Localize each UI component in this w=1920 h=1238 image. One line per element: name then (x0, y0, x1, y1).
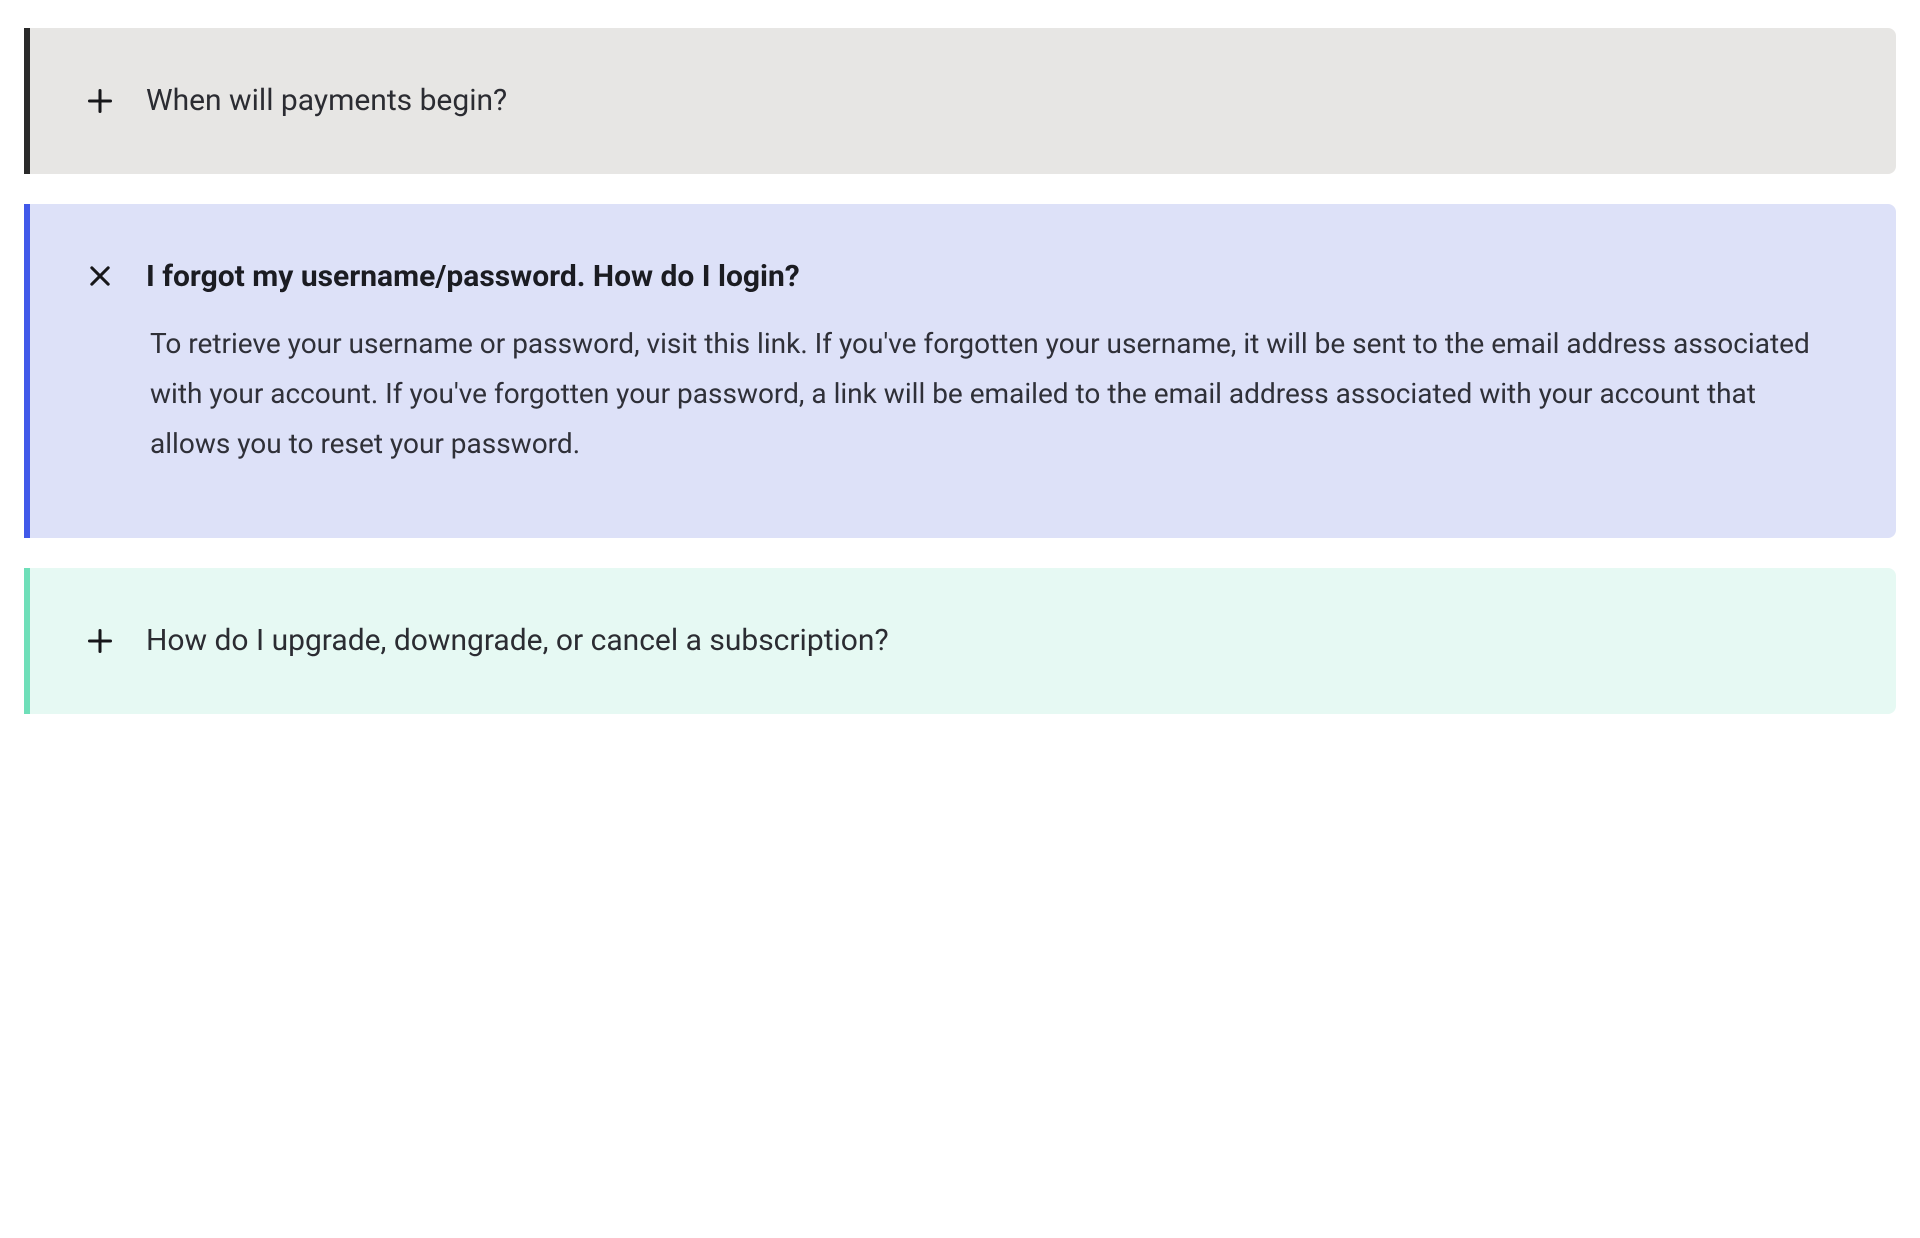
plus-icon (86, 627, 114, 655)
accordion-header: When will payments begin? (30, 28, 1896, 174)
accordion-item-subscription[interactable]: How do I upgrade, downgrade, or cancel a… (24, 568, 1896, 714)
accordion-item-forgot-login[interactable]: I forgot my username/password. How do I … (24, 204, 1896, 539)
accordion-item-payments[interactable]: When will payments begin? (24, 28, 1896, 174)
close-icon (86, 262, 114, 290)
accordion-body: To retrieve your username or password, v… (30, 319, 1896, 538)
accordion-header: I forgot my username/password. How do I … (30, 204, 1896, 320)
faq-accordion: When will payments begin? I forgot my us… (24, 28, 1896, 714)
accordion-title: I forgot my username/password. How do I … (146, 258, 800, 296)
accordion-title: When will payments begin? (146, 82, 507, 120)
accordion-header: How do I upgrade, downgrade, or cancel a… (30, 568, 1896, 714)
plus-icon (86, 87, 114, 115)
accordion-title: How do I upgrade, downgrade, or cancel a… (146, 622, 889, 660)
